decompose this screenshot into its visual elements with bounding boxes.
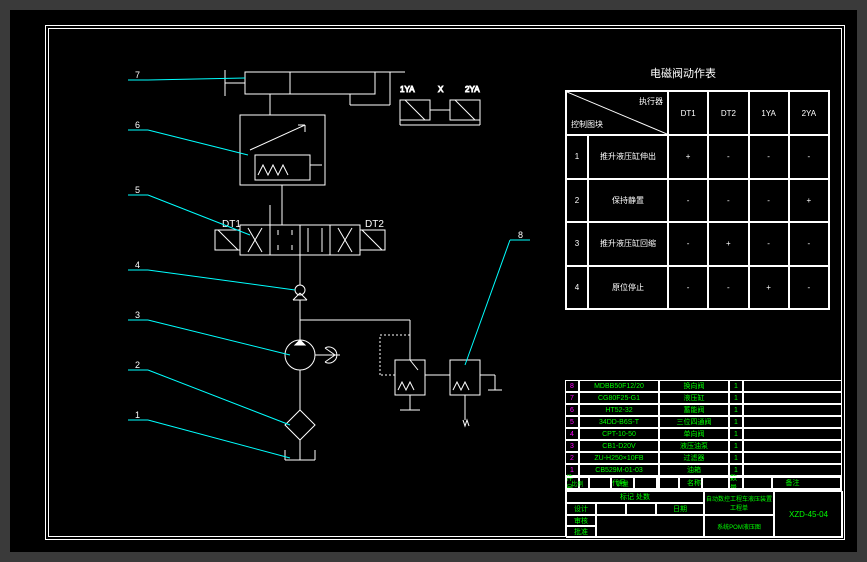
dt2-label: DT2 (365, 219, 384, 230)
action-table-title: 电磁阀动作表 (650, 65, 716, 81)
callout-3: 3 (135, 310, 140, 320)
dt1-label: DT1 (222, 219, 241, 230)
callout-5: 5 (135, 185, 140, 195)
svg-text:2YA: 2YA (465, 85, 480, 94)
parts-list: 8MDBB50F12/20换向阀1 7CG80F25-G1液压缸1 6HT52-… (565, 380, 842, 490)
filter (285, 370, 315, 460)
callout-1: 1 (135, 410, 140, 420)
pump (285, 340, 340, 370)
hydraulic-cylinder (225, 70, 375, 96)
callout-4: 4 (135, 260, 140, 270)
callout-6: 6 (135, 120, 140, 130)
svg-text:1YA: 1YA (400, 85, 415, 94)
title-block-upper: 比例 质量 (565, 476, 842, 490)
relief-valve-2 (425, 360, 502, 426)
action-table: 执行器 控制图块 DT1 DT2 1YA 2YA 1 推升液压缸伸出 + - -… (565, 90, 830, 310)
check-valve (293, 255, 307, 340)
callout-2: 2 (135, 360, 140, 370)
solenoid-coils: 1YA X 2YA (400, 85, 480, 125)
svg-text:X: X (438, 85, 444, 94)
callout-7: 7 (135, 70, 140, 80)
callout-leaders (128, 78, 530, 458)
title-block: 标记 处数 设计 日期 审核 批准 自动数控工程车液压装置工程单 系统POM液压… (565, 490, 842, 537)
callout-8: 8 (518, 230, 523, 240)
relief-valve (300, 320, 425, 410)
